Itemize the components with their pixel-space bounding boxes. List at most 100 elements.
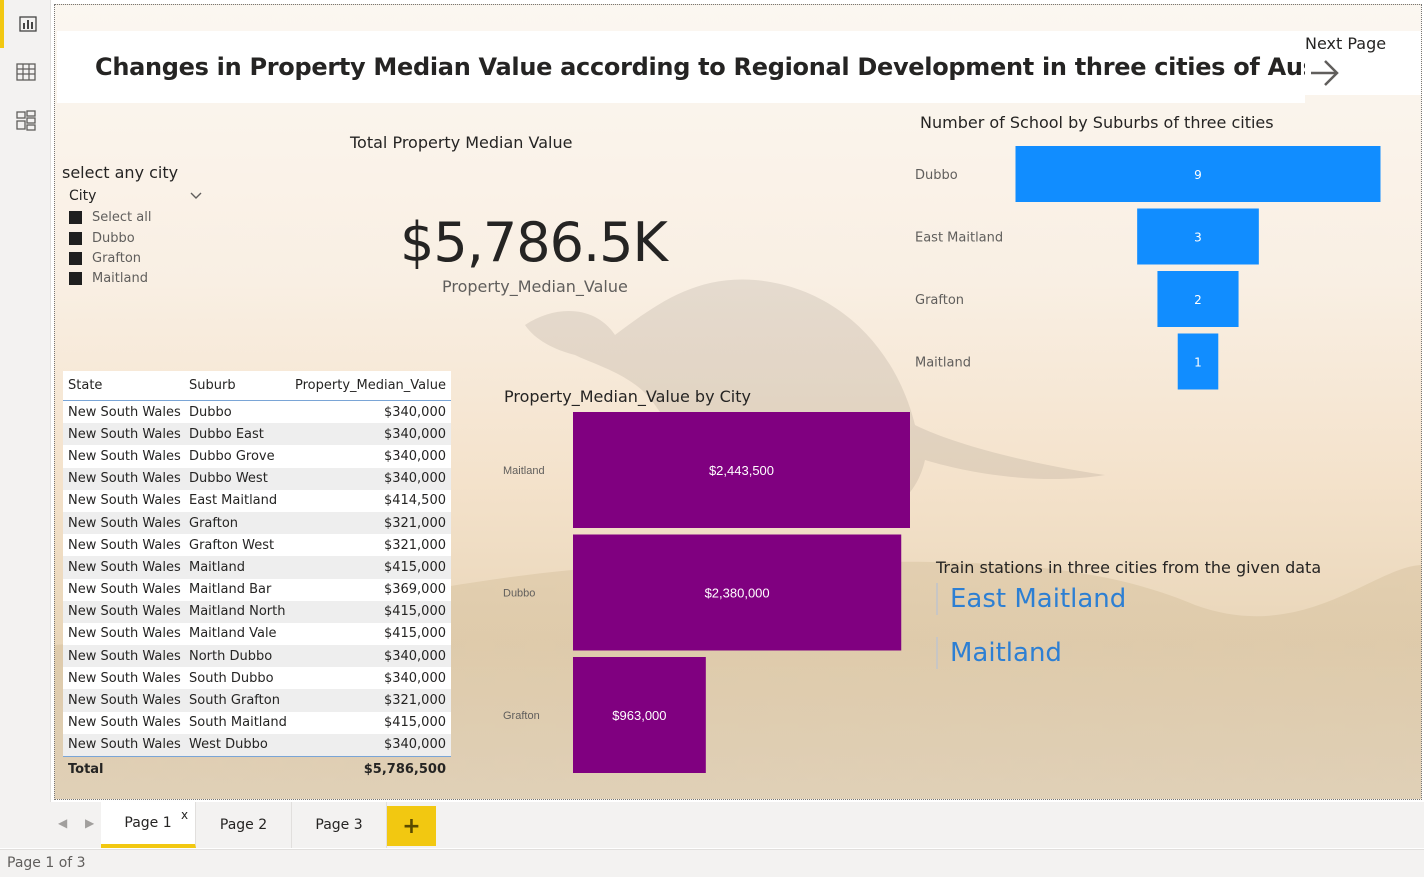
- cell-state: New South Wales: [68, 404, 181, 420]
- train-station-item: East Maitland: [936, 583, 1126, 615]
- table-row[interactable]: New South Wales Maitland $415,000: [63, 556, 451, 579]
- slicer-option-label: Select all: [92, 210, 152, 225]
- table-row[interactable]: New South Wales East Maitland $414,500: [63, 489, 451, 512]
- cell-suburb: Maitland: [189, 559, 245, 575]
- table-row[interactable]: New South Wales Dubbo $340,000: [63, 401, 451, 424]
- slicer-option-select-all[interactable]: Select all: [69, 210, 151, 225]
- total-value: $5,786,500: [363, 762, 446, 777]
- slicer-field-label: City: [69, 188, 97, 204]
- table-body: New South Wales Dubbo $340,000 New South Wa…: [63, 401, 451, 756]
- table-row[interactable]: New South Wales Grafton $321,000: [63, 511, 451, 535]
- data-view-icon: [15, 63, 36, 81]
- cell-property-median-value: $415,000: [383, 604, 446, 620]
- cell-state: New South Wales: [68, 537, 181, 553]
- school-funnel-chart[interactable]: Dubbo 9 East Maitland 3 Grafton 2 Maitland 1: [915, 141, 1395, 395]
- column-header-property-median-value[interactable]: Property_Median_Value: [293, 378, 451, 393]
- tab-label: Page 3: [315, 817, 363, 833]
- view-switcher-rail: [0, 0, 51, 848]
- table-row[interactable]: New South Wales Maitland North $415,000: [63, 600, 451, 623]
- cell-suburb: Dubbo East: [189, 426, 264, 442]
- model-view-icon: [15, 110, 36, 131]
- cell-suburb: Maitland Vale: [189, 626, 277, 642]
- cell-state: New South Wales: [68, 604, 181, 620]
- report-canvas: Changes in Property Median Value accordi…: [54, 4, 1422, 800]
- table-row[interactable]: New South Wales Dubbo West $340,000: [63, 467, 451, 490]
- cell-suburb: South Grafton: [189, 693, 280, 709]
- table-row[interactable]: New South Wales Dubbo Grove $340,000: [63, 445, 451, 468]
- slicer-option-label: Dubbo: [92, 231, 135, 246]
- slicer-option-label: Grafton: [92, 251, 142, 266]
- table-row[interactable]: New South Wales Maitland Bar $369,000: [63, 578, 451, 601]
- checkbox[interactable]: [69, 211, 82, 224]
- cell-suburb: East Maitland: [189, 493, 278, 509]
- cell-property-median-value: $321,000: [383, 537, 446, 553]
- category-label: East Maitland: [915, 231, 1003, 246]
- data-label: 9: [1194, 168, 1202, 182]
- cell-property-median-value: $340,000: [383, 670, 446, 686]
- cell-state: New South Wales: [68, 471, 181, 487]
- slicer-option-maitland[interactable]: Maitland: [69, 271, 148, 286]
- cell-property-median-value: $414,500: [383, 493, 446, 509]
- cell-property-median-value: $415,000: [383, 626, 446, 642]
- school-chart-title: Number of School by Suburbs of three cit…: [920, 113, 1274, 132]
- chevron-down-icon[interactable]: [189, 189, 203, 203]
- cell-property-median-value: $340,000: [383, 448, 446, 464]
- cell-state: New South Wales: [68, 493, 181, 509]
- tab-page-3[interactable]: Page 3: [292, 802, 387, 848]
- cell-state: New South Wales: [68, 582, 181, 598]
- table-row[interactable]: New South Wales South Grafton $321,000: [63, 689, 451, 712]
- page-tabs-bar: ◀ ▶ Page 1 x Page 2 Page 3 +: [0, 802, 1424, 848]
- cell-state: New South Wales: [68, 559, 181, 575]
- status-bar: Page 1 of 3: [0, 849, 1424, 877]
- table-row[interactable]: New South Wales North Dubbo $340,000: [63, 645, 451, 668]
- cell-property-median-value: $340,000: [383, 471, 446, 487]
- table-row[interactable]: New South Wales West Dubbo $340,000: [63, 733, 451, 756]
- cell-property-median-value: $340,000: [383, 426, 446, 442]
- table-row[interactable]: New South Wales Grafton West $321,000: [63, 534, 451, 557]
- column-header-suburb[interactable]: Suburb: [185, 378, 293, 393]
- table-row[interactable]: New South Wales South Dubbo $340,000: [63, 667, 451, 690]
- checkbox[interactable]: [69, 272, 82, 285]
- checkbox[interactable]: [69, 232, 82, 245]
- city-chart-title: Property_Median_Value by City: [504, 387, 751, 406]
- model-view-button[interactable]: [0, 96, 51, 144]
- table-row[interactable]: New South Wales South Maitland $415,000: [63, 711, 451, 734]
- powerbi-window: Changes in Property Median Value accordi…: [0, 0, 1424, 877]
- cell-suburb: South Dubbo: [189, 670, 274, 686]
- page-title: Changes in Property Median Value accordi…: [95, 53, 1388, 81]
- property-table[interactable]: State Suburb Property_Median_Value New S…: [63, 371, 451, 782]
- category-label: Grafton: [503, 710, 540, 722]
- cell-suburb: Dubbo Grove: [189, 448, 275, 464]
- close-tab-icon[interactable]: x: [181, 808, 188, 822]
- add-page-button[interactable]: +: [387, 806, 436, 846]
- report-view-button[interactable]: [0, 0, 51, 48]
- total-label: Total: [68, 762, 104, 777]
- cell-property-median-value: $369,000: [383, 582, 446, 598]
- data-view-button[interactable]: [0, 48, 51, 96]
- table-row[interactable]: New South Wales Maitland Vale $415,000: [63, 622, 451, 646]
- column-header-state[interactable]: State: [63, 378, 185, 393]
- plus-icon: +: [402, 813, 421, 839]
- next-page-button[interactable]: Next Page: [1305, 31, 1421, 95]
- slicer-option-dubbo[interactable]: Dubbo: [69, 231, 135, 246]
- cell-suburb: South Maitland: [189, 715, 287, 731]
- tab-scroll-right-icon[interactable]: ▶: [85, 816, 94, 830]
- tab-scroll-left-icon[interactable]: ◀: [58, 816, 67, 830]
- table-row[interactable]: New South Wales Dubbo East $340,000: [63, 423, 451, 446]
- page-indicator: Page 1 of 3: [7, 855, 86, 871]
- tab-label: Page 2: [219, 817, 268, 833]
- cell-property-median-value: $340,000: [383, 648, 446, 664]
- card-label: Property_Median_Value: [442, 277, 628, 296]
- cell-state: New South Wales: [68, 670, 181, 686]
- checkbox[interactable]: [69, 252, 82, 265]
- cell-state: New South Wales: [68, 426, 181, 442]
- category-label: Dubbo: [915, 168, 958, 183]
- data-label: 3: [1194, 231, 1202, 245]
- data-label: $963,000: [612, 708, 666, 723]
- slicer-option-grafton[interactable]: Grafton: [69, 251, 141, 266]
- city-bar-chart[interactable]: Maitland $2,443,500 Dubbo $2,380,000 Grafton…: [495, 409, 915, 783]
- cell-suburb: West Dubbo: [189, 737, 268, 753]
- cell-suburb: Dubbo: [189, 404, 232, 420]
- cell-state: New South Wales: [68, 626, 181, 642]
- tab-page-2[interactable]: Page 2: [196, 802, 292, 848]
